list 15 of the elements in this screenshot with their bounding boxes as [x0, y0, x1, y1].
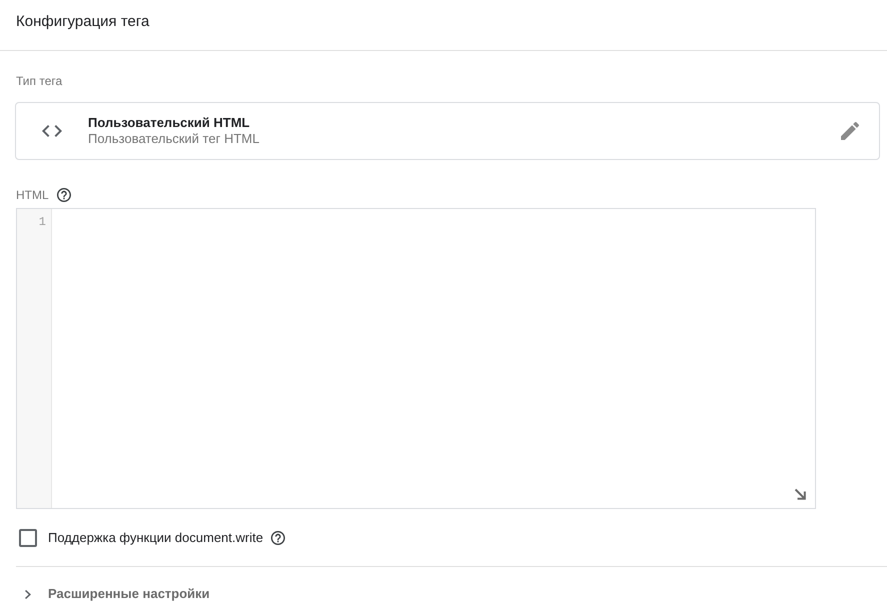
tag-type-card[interactable]: Пользовательский HTML Пользовательский тег HTML: [15, 102, 880, 160]
help-icon[interactable]: [56, 188, 71, 202]
tag-type-name: Пользовательский HTML: [88, 115, 250, 131]
checkbox[interactable]: [19, 529, 37, 547]
diagonal-arrow-icon[interactable]: [794, 488, 806, 500]
tag-type-description: Пользовательский тег HTML: [88, 131, 260, 147]
line-number: 1: [38, 215, 46, 229]
html-label: HTML: [16, 188, 49, 202]
checkbox-label: Поддержка функции document.write: [48, 530, 264, 546]
pencil-icon[interactable]: [841, 122, 859, 140]
header-title: Конфигурация тега: [16, 13, 150, 31]
code-icon: [42, 125, 62, 137]
tag-type-label: Тип тега: [16, 74, 62, 88]
help-icon[interactable]: [271, 531, 286, 545]
advanced-settings-toggle[interactable]: Расширенные настройки: [16, 586, 214, 602]
